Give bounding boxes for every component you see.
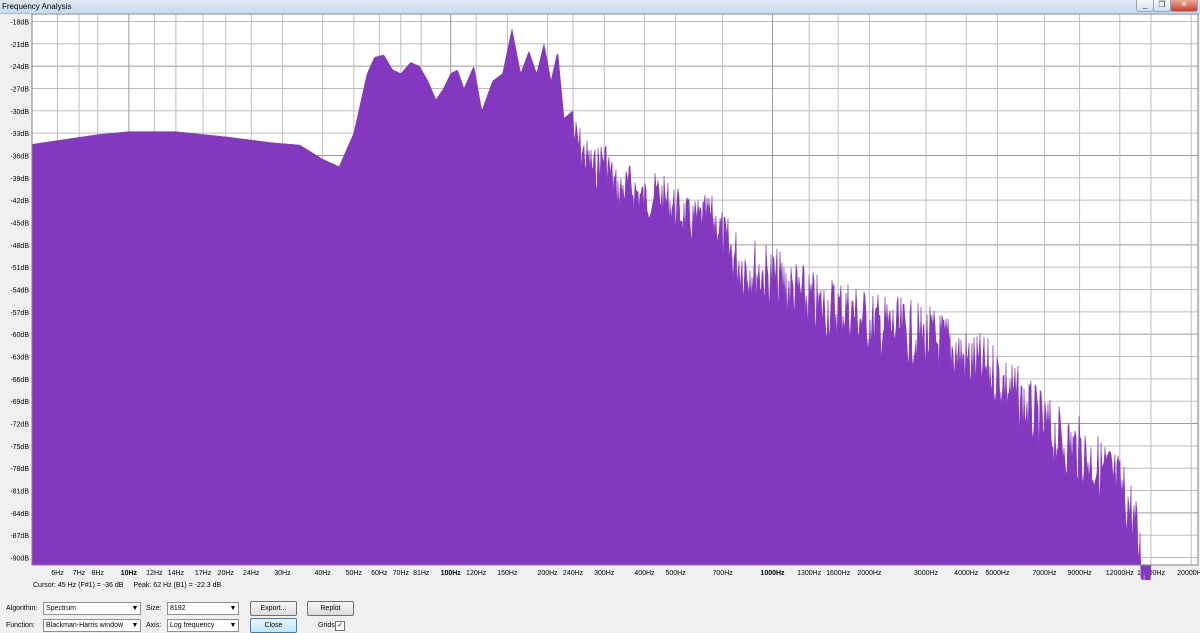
function-value: Blackman-Harris window — [46, 622, 124, 629]
axis-label: Axis: — [146, 622, 162, 629]
x-tick-label: 1000Hz — [760, 570, 785, 577]
y-tick-label: -36dB — [10, 153, 29, 160]
function-label: Function: — [6, 622, 35, 629]
algorithm-label: Algorithm: — [6, 605, 38, 612]
size-label: Size: — [146, 605, 162, 612]
y-tick-label: -39dB — [10, 176, 29, 183]
x-tick-label: 12000Hz — [1106, 570, 1135, 577]
x-tick-label: 10Hz — [121, 570, 138, 577]
function-select[interactable]: Blackman-Harris window ▼ — [43, 619, 141, 632]
y-tick-label: -54dB — [10, 288, 29, 295]
y-tick-label: -24dB — [10, 64, 29, 71]
replot-button[interactable]: Replot — [307, 601, 354, 616]
y-tick-label: -57dB — [10, 310, 29, 317]
x-tick-label: 1600Hz — [826, 570, 851, 577]
x-tick-label: 5000Hz — [985, 570, 1010, 577]
x-tick-label: 3000Hz — [914, 570, 939, 577]
y-tick-label: -84dB — [10, 511, 29, 518]
x-tick-label: 40Hz — [314, 570, 331, 577]
x-tick-label: 300Hz — [594, 570, 615, 577]
x-tick-label: 70Hz — [393, 570, 410, 577]
y-tick-label: -42dB — [10, 198, 29, 205]
chevron-down-icon: ▼ — [229, 622, 237, 629]
y-tick-label: -21dB — [10, 42, 29, 49]
y-tick-label: -33dB — [10, 131, 29, 138]
status-bar: Cursor: 45 Hz (F#1) = -36 dB Peak: 62 Hz … — [33, 582, 231, 589]
x-tick-label: 2000Hz — [857, 570, 882, 577]
x-tick-label: 4000Hz — [954, 570, 979, 577]
size-select[interactable]: 8192 ▼ — [167, 602, 239, 615]
x-tick-label: 6Hz — [51, 570, 64, 577]
x-tick-label: 700Hz — [713, 570, 734, 577]
x-tick-label: 12Hz — [146, 570, 163, 577]
x-tick-label: 120Hz — [466, 570, 487, 577]
x-tick-label: 200Hz — [537, 570, 558, 577]
close-button[interactable]: Close — [250, 618, 297, 633]
y-tick-label: -66dB — [10, 377, 29, 384]
x-tick-label: 240Hz — [563, 570, 584, 577]
axis-value: Log frequency — [170, 622, 215, 629]
x-tick-label: 14Hz — [168, 570, 185, 577]
algorithm-select[interactable]: Spectrum ▼ — [43, 602, 141, 615]
minimize-button[interactable]: _ — [1136, 0, 1154, 12]
restore-button[interactable]: ❐ — [1153, 0, 1171, 12]
x-tick-label: 24Hz — [243, 570, 260, 577]
title-bar: Frequency Analysis _ ❐ ✕ — [0, 0, 1200, 14]
x-tick-label: 1300Hz — [797, 570, 822, 577]
x-tick-label: 150Hz — [497, 570, 518, 577]
x-tick-label: 50Hz — [346, 570, 363, 577]
x-tick-label: 100Hz — [441, 570, 462, 577]
x-tick-label: 20000Hz — [1177, 570, 1200, 577]
cursor-readout: Cursor: 45 Hz (F#1) = -36 dB — [33, 582, 124, 589]
x-tick-label: 400Hz — [634, 570, 655, 577]
y-tick-label: -27dB — [10, 86, 29, 93]
x-tick-label: 81Hz — [413, 570, 430, 577]
x-tick-label: 30Hz — [274, 570, 291, 577]
y-tick-label: -48dB — [10, 243, 29, 250]
y-tick-label: -45dB — [10, 220, 29, 227]
x-tick-label: 9000Hz — [1068, 570, 1093, 577]
y-tick-label: -69dB — [10, 399, 29, 406]
y-tick-label: -75dB — [10, 444, 29, 451]
chevron-down-icon: ▼ — [131, 622, 139, 629]
close-window-button[interactable]: ✕ — [1170, 0, 1198, 12]
grids-label: Grids — [318, 622, 335, 629]
x-tick-label: 60Hz — [371, 570, 388, 577]
x-tick-label: 17Hz — [195, 570, 212, 577]
y-tick-label: -72dB — [10, 422, 29, 429]
window-title: Frequency Analysis — [2, 2, 72, 11]
algorithm-value: Spectrum — [46, 605, 76, 612]
y-tick-label: -81dB — [10, 489, 29, 496]
y-tick-label: -87dB — [10, 533, 29, 540]
chevron-down-icon: ▼ — [131, 605, 139, 612]
x-tick-label: 7000Hz — [1032, 570, 1057, 577]
y-tick-label: -63dB — [10, 355, 29, 362]
peak-readout: Peak: 62 Hz (B1) = -22.3 dB — [133, 582, 222, 589]
export-button[interactable]: Export... — [250, 601, 297, 616]
x-tick-label: 7Hz — [73, 570, 86, 577]
size-value: 8192 — [170, 605, 186, 612]
y-tick-label: -78dB — [10, 466, 29, 473]
y-tick-label: -60dB — [10, 332, 29, 339]
chevron-down-icon: ▼ — [229, 605, 237, 612]
x-tick-label: 500Hz — [666, 570, 687, 577]
y-tick-label: -18dB — [10, 19, 29, 26]
spectrum-plot[interactable]: -18dB -21dB -24dB -27dB -30dB -33dB -36dB -39dB… — [0, 14, 1200, 580]
axis-select[interactable]: Log frequency ▼ — [167, 619, 239, 632]
x-tick-label: 8Hz — [91, 570, 104, 577]
y-tick-label: -30dB — [10, 109, 29, 116]
x-tick-label: 20Hz — [218, 570, 235, 577]
grids-checkbox[interactable]: ✓ — [335, 621, 345, 631]
y-tick-label: -90dB — [10, 556, 29, 563]
y-tick-label: -51dB — [10, 265, 29, 272]
